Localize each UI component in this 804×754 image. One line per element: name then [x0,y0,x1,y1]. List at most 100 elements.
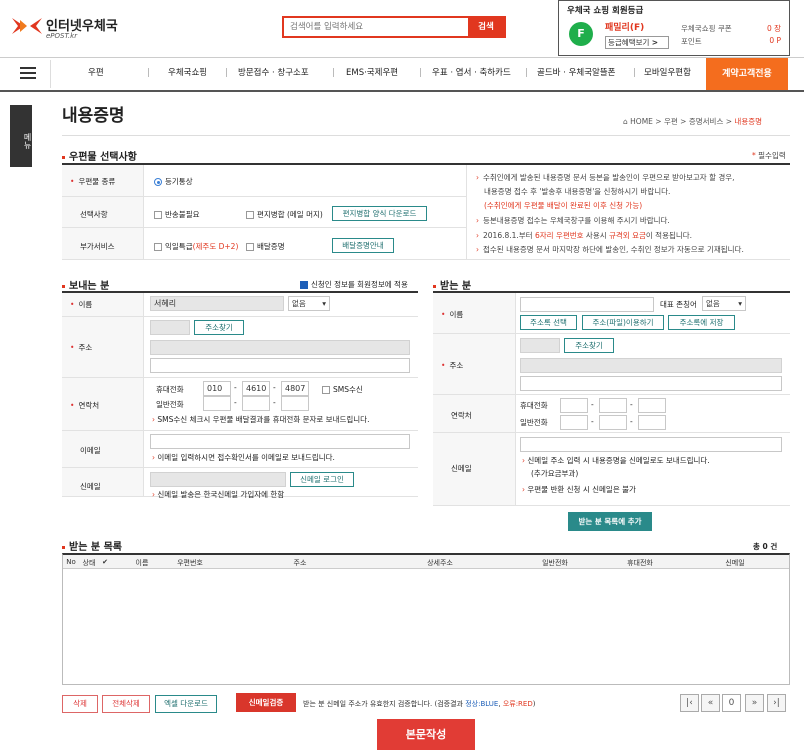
delete-button[interactable]: 삭제 [62,695,98,713]
nav-item-stamp[interactable]: 우표 · 엽서 · 축하카드 [432,66,511,78]
nav-item-gold[interactable]: 골드바 · 우체국알뜰폰 [537,66,616,78]
col-line [466,165,467,259]
shinmail-login-button[interactable]: 신메일 로그인 [290,472,354,487]
merge-template-download-button[interactable]: 편지병합 양식 다운로드 [332,206,427,221]
receiver-mobile-2[interactable] [599,398,627,413]
sender-name-input[interactable] [150,296,284,311]
write-body-button[interactable]: 본문작성 [377,719,475,750]
coupon-value: 0 장 [766,24,781,33]
hamburger-menu-icon[interactable] [20,67,36,79]
sender-zip-input[interactable] [150,320,190,335]
mail-section-title: 우편물 선택사항 [62,148,137,163]
nav-item-mobile[interactable]: 모바일우편함 [644,66,691,78]
logo-sub: ePOST.kr [46,32,78,40]
sender-addr-search-button[interactable]: 주소찾기 [194,320,244,335]
sms-checkbox[interactable]: SMS수신 [322,384,363,395]
mail-type-radio[interactable]: 등기통상 [154,176,193,187]
excel-download-button[interactable]: 엑셀 다운로드 [155,695,217,713]
receiver-addr-detail-input[interactable] [520,376,782,391]
info-line-5: › 2016.8.1.부터 6자리 우편번호 사용시 규격외 요금이 적용됩니다. [476,231,693,240]
receiver-name-input[interactable] [520,297,654,312]
col-check[interactable]: ✔ [98,558,112,566]
nav-sep [148,68,149,77]
col-shinmail: 신메일 [725,559,745,567]
receiver-shinmail-note-1b: (추가요금부과) [531,469,579,478]
sender-addr-detail-input[interactable] [150,358,410,373]
rep-title-label: 대표 존칭어 [660,300,697,309]
sender-phone-1[interactable] [203,396,231,411]
member-title: 우체국 쇼핑 회원등급 [567,6,644,16]
sender-shinmail-input[interactable] [150,472,286,487]
address-file-button[interactable]: 주소(파일)이용하기 [582,315,664,330]
options-label: 선택사항 [80,210,108,219]
page-first-icon[interactable]: |‹ [680,694,699,712]
nav-top-border [0,57,804,58]
info-line-2: 내용증명 접수 후 '발송후 내용증명'을 신청하시기 바랍니다. [484,187,671,196]
sender-phone-label: 일반전화 [156,400,184,409]
side-menu-tab[interactable]: 메뉴 [10,105,32,167]
delete-all-button[interactable]: 전체삭제 [102,695,150,713]
search-button[interactable]: 검색 [468,18,504,36]
receiver-phone-label: 일반전화 [520,418,548,427]
grade-name: 패밀리(F) [605,23,645,33]
delivery-cert-checkbox[interactable]: 배달증명 [246,241,285,252]
delivery-cert-guide-button[interactable]: 배달증명안내 [332,238,394,253]
receiver-mobile-1[interactable] [560,398,588,413]
apply-member-checkbox[interactable]: 신청인 정보를 회원정보에 적용 [300,279,408,290]
page-next-icon[interactable]: » [745,694,764,712]
receiver-title-select[interactable]: 없음 ▾ [702,296,746,311]
no-return-checkbox[interactable]: 반송불필요 [154,209,200,220]
page-number[interactable]: 0 [722,694,741,712]
receiver-shinmail-input[interactable] [520,437,782,452]
col-no: No [66,558,76,566]
receiver-addr-search-button[interactable]: 주소찾기 [564,338,614,353]
sender-name-label: • 이름 [70,300,93,309]
receiver-phone-1[interactable] [560,415,588,430]
sender-mobile-3[interactable] [281,381,309,396]
receiver-phone-3[interactable] [638,415,666,430]
list-count: 총 0 건 [753,542,778,551]
receiver-phone-2[interactable] [599,415,627,430]
address-book-save-button[interactable]: 주소록에 저장 [668,315,735,330]
nav-item-visit[interactable]: 방문접수 · 창구소포 [238,66,309,78]
sender-mobile-2[interactable] [242,381,270,396]
receiver-shinmail-note-2: › 우편물 반환 신청 시 신메일은 불가 [522,485,636,494]
row-line [62,259,790,260]
receiver-mobile-3[interactable] [638,398,666,413]
nav-item-post[interactable]: 우편 [88,66,104,78]
sender-title-select[interactable]: 없음 ▾ [288,296,330,311]
page-prev-icon[interactable]: « [701,694,720,712]
col-line [515,293,516,505]
sender-email-input[interactable] [150,434,410,449]
sender-section-title: 보내는 분 [62,277,109,292]
shinmail-verify-button[interactable]: 신메일검증 [236,693,296,712]
receiver-zip-input[interactable] [520,338,560,353]
breadcrumb-post[interactable]: 우편 [664,117,678,126]
row-line [433,432,790,433]
page-last-icon[interactable]: ›| [767,694,786,712]
breadcrumb-home[interactable]: HOME [630,117,653,126]
nav-item-ems[interactable]: EMS·국제우편 [346,66,398,78]
address-book-select-button[interactable]: 주소록 선택 [520,315,577,330]
express-checkbox[interactable]: 익일특급(제주도 D+2) [154,241,238,252]
search-box: 검색 [282,16,506,38]
add-to-list-button[interactable]: 받는 분 목록에 추가 [568,512,652,531]
grade-benefit-button[interactable]: 등급혜택보기 > [605,36,669,49]
point-label: 포인트 [681,37,702,46]
sender-phone-2[interactable] [242,396,270,411]
breadcrumb-cert[interactable]: 증명서비스 [689,117,724,126]
epost-logo[interactable]: 인터넷우체국 ePOST.kr [10,14,140,44]
receiver-name-label: • 이름 [441,310,464,319]
sender-phone-3[interactable] [281,396,309,411]
row-line [62,196,466,197]
nav-item-shopping[interactable]: 우체국쇼핑 [168,66,207,78]
sender-mobile-1[interactable] [203,381,231,396]
list-table [62,553,790,685]
receiver-addr-input[interactable] [520,358,782,373]
nav-item-contract[interactable]: 계약고객전용 [706,58,788,90]
search-input[interactable] [284,18,468,36]
mail-merge-checkbox[interactable]: 편지병합 (메일 머지) [246,209,323,220]
logo-mark-icon [12,18,42,34]
sender-addr-input[interactable] [150,340,410,355]
receiver-contact-label: 연락처 [451,411,472,420]
